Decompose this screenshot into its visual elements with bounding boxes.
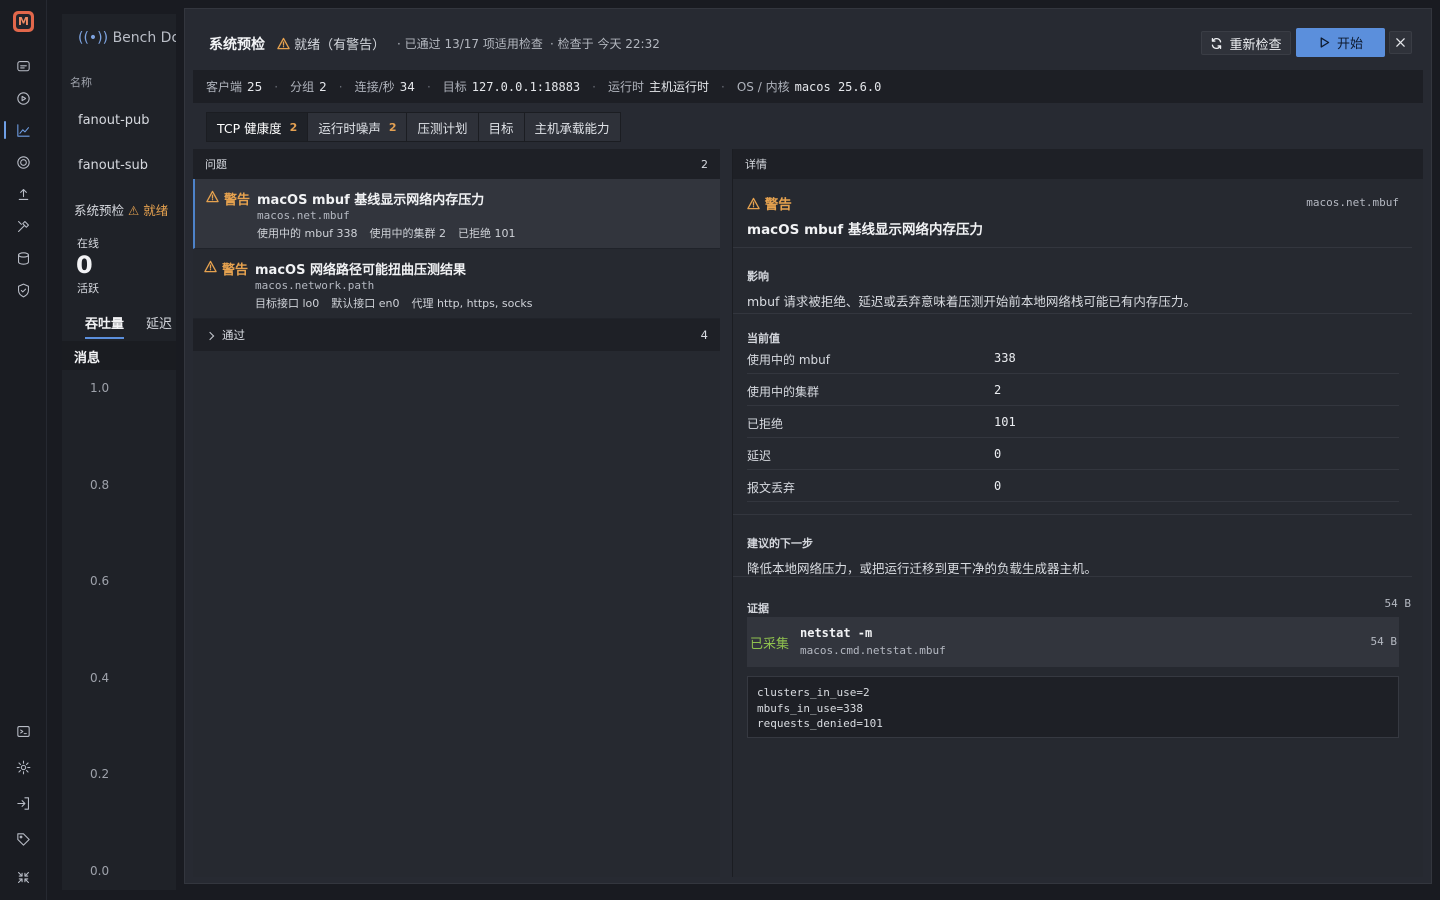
- issue-item[interactable]: 警告 macOS mbuf 基线显示网络内存压力 macos.net.mbuf …: [193, 179, 720, 249]
- issue-level: 警告: [224, 193, 251, 208]
- evidence-header: 证据 54 B: [747, 597, 1411, 615]
- y-tick: 0.8: [90, 478, 110, 492]
- value-row: 使用中的 mbuf 338: [747, 342, 1399, 374]
- check-tabs: TCP 健康度 2 运行时噪声 2 压测计划 目标 主机承载能力: [206, 112, 621, 142]
- app-logo[interactable]: M: [13, 11, 34, 32]
- value-row: 延迟 0: [747, 438, 1399, 470]
- terminal-icon[interactable]: [0, 718, 47, 744]
- bg-row-pub[interactable]: fanout-pub: [78, 113, 150, 128]
- issue-facts: 目标接口 lo0 默认接口 en0 代理 http, https, socks: [255, 297, 533, 310]
- issue-id: macos.network.path: [255, 279, 375, 292]
- broadcast-icon: ((•)): [78, 30, 109, 46]
- tab-host-capacity[interactable]: 主机承载能力: [523, 112, 621, 142]
- value-row: 报文丢弃 0: [747, 470, 1399, 502]
- issue-title: macOS 网络路径可能扭曲压测结果: [255, 263, 466, 278]
- bg-tab-latency[interactable]: 延迟: [146, 313, 172, 332]
- refresh-icon: [1212, 37, 1222, 49]
- value-row: 已拒绝 101: [747, 406, 1399, 438]
- y-tick: 1.0: [90, 381, 110, 395]
- login-icon[interactable]: [0, 790, 47, 816]
- issue-title: macOS mbuf 基线显示网络内存压力: [257, 193, 485, 208]
- tools-icon[interactable]: [0, 213, 47, 239]
- evidence-item[interactable]: 已采集 netstat -m macos.cmd.netstat.mbuf 54…: [747, 617, 1399, 667]
- upload-icon[interactable]: [0, 181, 47, 207]
- tab-tcp-health[interactable]: TCP 健康度 2: [206, 112, 308, 142]
- recheck-button[interactable]: 重新检查: [1201, 31, 1291, 55]
- y-tick: 0.0: [90, 864, 110, 878]
- y-tick: 0.4: [90, 671, 110, 685]
- y-tick: 0.6: [90, 574, 110, 588]
- next-step-block: 建议的下一步 降低本地网络压力，或把运行迁移到更干净的负载生成器主机。: [747, 535, 1412, 577]
- evidence-item-size: 54 B: [1370, 635, 1398, 648]
- chat-icon[interactable]: [0, 53, 47, 79]
- evidence-command: netstat -m: [800, 626, 873, 640]
- modal-status: 就绪（有警告）: [277, 34, 385, 53]
- bg-online-value: 0: [76, 251, 93, 279]
- passed-group-toggle[interactable]: 通过 4: [193, 319, 720, 351]
- divider: [733, 514, 1412, 515]
- evidence-output: clusters_in_use=2 mbufs_in_use=338 reque…: [747, 676, 1399, 738]
- gear-icon[interactable]: [0, 754, 47, 780]
- close-button[interactable]: [1389, 31, 1412, 54]
- next-step-label: 建议的下一步: [747, 537, 813, 550]
- issue-facts: 使用中的 mbuf 338 使用中的集群 2 已拒绝 101: [257, 227, 516, 240]
- bg-messages-label: 消息: [74, 351, 101, 366]
- tag-icon[interactable]: [0, 826, 47, 852]
- divider: [733, 576, 1412, 577]
- impact-block: 影响 mbuf 请求被拒绝、延迟或丢弃意味着压测开始前本地网络栈可能已有内存压力…: [747, 268, 1412, 310]
- modal-passed: · 已通过 13/17 项适用检查: [397, 37, 543, 51]
- issues-header: 问题 2: [193, 149, 720, 179]
- warning-icon: [747, 197, 760, 210]
- detail-title: macOS mbuf 基线显示网络内存压力: [747, 222, 983, 238]
- tab-load-plan[interactable]: 压测计划: [406, 112, 478, 142]
- warning-icon: [206, 190, 219, 203]
- evidence-status: 已采集: [750, 637, 790, 652]
- chart-icon[interactable]: [0, 117, 47, 143]
- database-icon[interactable]: [0, 245, 47, 271]
- preflight-modal: 系统预检 就绪（有警告） · 已通过 13/17 项适用检查 · 检查于 今天 …: [184, 8, 1432, 884]
- impact-text: mbuf 请求被拒绝、延迟或丢弃意味着压测开始前本地网络栈可能已有内存压力。: [747, 294, 1196, 309]
- run-meta-bar: 客户端 25 · 分组 2 · 连接/秒 34 · 目标 127.0.0.1:18883 · 运…: [193, 70, 1423, 103]
- bg-row-sub[interactable]: fanout-sub: [78, 158, 148, 173]
- shield-icon[interactable]: [0, 277, 47, 303]
- y-tick: 0.2: [90, 767, 110, 781]
- bg-preflight[interactable]: 系统预检 ⚠ 就绪: [74, 200, 176, 219]
- divider: [733, 313, 1412, 314]
- issue-item[interactable]: 警告 macOS 网络路径可能扭曲压测结果 macos.network.path…: [193, 249, 720, 319]
- bg-online-label: 在线: [77, 237, 99, 250]
- value-row: 使用中的集群 2: [747, 374, 1399, 406]
- tab-runtime-noise[interactable]: 运行时噪声 2: [307, 112, 407, 142]
- impact-label: 影响: [747, 270, 769, 283]
- warning-icon: [277, 37, 290, 50]
- tab-target[interactable]: 目标: [477, 112, 524, 142]
- nav-rail: M: [0, 0, 47, 900]
- start-button[interactable]: 开始: [1296, 28, 1385, 57]
- close-icon: [1396, 38, 1405, 47]
- detail-title-block: 警告 macOS mbuf 基线显示网络内存压力 macos.net.mbuf: [747, 193, 1412, 241]
- bg-col-name: 名称: [70, 76, 92, 89]
- evidence-id: macos.cmd.netstat.mbuf: [800, 644, 946, 657]
- bg-app-title: ((•)) Bench Doc: [78, 30, 176, 46]
- background-panel: [62, 14, 176, 890]
- warning-icon: [204, 260, 217, 273]
- play-circle-icon[interactable]: [0, 85, 47, 111]
- modal-title: 系统预检: [209, 37, 265, 53]
- target-icon[interactable]: [0, 149, 47, 175]
- play-icon: [1320, 37, 1330, 48]
- detail-header: 详情: [733, 149, 1423, 179]
- detail-panel: 详情 警告 macOS mbuf 基线显示网络内存压力 macos.net.mb…: [732, 149, 1423, 877]
- next-step-text: 降低本地网络压力，或把运行迁移到更干净的负载生成器主机。: [747, 561, 1098, 576]
- issue-id: macos.net.mbuf: [257, 209, 350, 222]
- divider: [733, 247, 1412, 248]
- chevron-right-icon: [205, 331, 215, 341]
- modal-checked: · 检查于 今天 22:32: [550, 37, 660, 51]
- issue-level: 警告: [222, 263, 249, 278]
- bg-active-label: 活跃: [77, 282, 99, 295]
- bg-tab-throughput[interactable]: 吞吐量: [85, 313, 125, 339]
- detail-id: macos.net.mbuf: [1306, 196, 1399, 209]
- issues-panel: 问题 2 警告 macOS mbuf 基线显示网络内存压力 macos.net.m…: [193, 149, 720, 877]
- collapse-icon[interactable]: [0, 864, 47, 890]
